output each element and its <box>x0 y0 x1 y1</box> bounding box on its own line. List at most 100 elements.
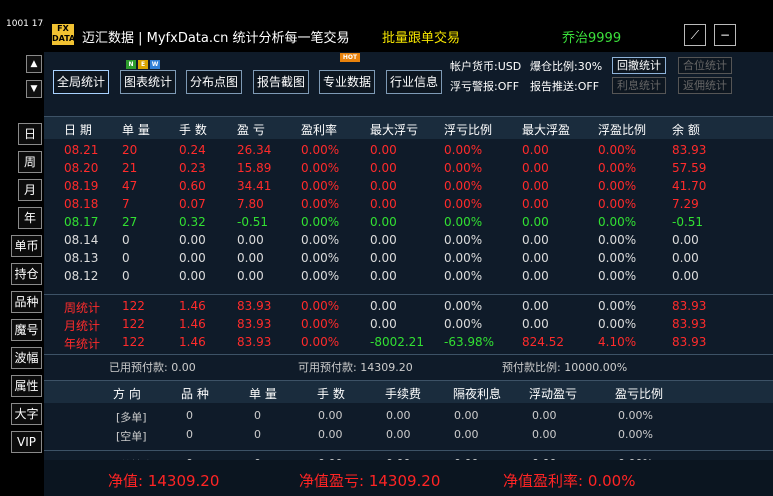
badge-new-e: E <box>138 60 148 69</box>
retracement-stats-button[interactable]: 回撤统计 <box>612 57 666 74</box>
cell-float-profit-ratio: 0.00% <box>598 269 637 283</box>
cell-date: 年统计 <box>64 337 101 351</box>
cell-balance: 0.00 <box>672 233 699 247</box>
cell-orders: 20 <box>122 143 138 157</box>
side-button-week[interactable]: 周 <box>18 151 42 173</box>
cell-balance: 83.93 <box>672 143 707 157</box>
stats-table-header: 日 期 单 量 手 数 盈 亏 盈利率 最大浮亏 浮亏比例 最大浮盈 浮盈比例 … <box>44 116 773 139</box>
cell-float-profit-ratio: 0.00% <box>598 197 637 211</box>
cell-float-loss-ratio: 0.00% <box>444 179 483 193</box>
daily-stats-row[interactable]: 08.13 0 0.00 0.00 0.00% 0.00 0.00% 0.00 0.00% 0.0… <box>44 250 773 268</box>
cell-max-float-loss: 0.00 <box>370 299 397 313</box>
side-button-volatility[interactable]: 波幅 <box>11 347 42 369</box>
minimize-icon[interactable]: − <box>714 24 736 46</box>
side-button-large-font[interactable]: 大字 <box>11 403 42 425</box>
cell-pnl: 83.93 <box>237 317 272 331</box>
user-name: 乔治9999 <box>562 31 622 46</box>
cell-max-float-profit: 0.00 <box>522 299 549 313</box>
chart-stats-button[interactable]: 图表统计 <box>120 70 176 94</box>
cell-float-loss-ratio: 0.00% <box>444 251 483 265</box>
cell-date: 08.18 <box>64 197 99 211</box>
funds-line: 已用预付款: 0.00 可用预付款: 14309.20 预付款比例: 10000… <box>44 359 773 375</box>
cell-max-float-loss: 0.00 <box>370 143 397 157</box>
side-button-month[interactable]: 月 <box>18 179 42 201</box>
cell-pnl: 83.93 <box>237 299 272 313</box>
position-row[interactable]: [空单] 0 0 0.00 0.00 0.00 0.00 0.00% <box>44 427 773 445</box>
cell-commission: 0.00 <box>386 409 411 422</box>
fxdata-logo: FX DATA <box>52 24 76 45</box>
cell-float-loss-ratio: 0.00% <box>444 269 483 283</box>
side-button-symbols[interactable]: 品种 <box>11 291 42 313</box>
position-row[interactable]: [多单] 0 0 0.00 0.00 0.00 0.00 0.00% <box>44 408 773 426</box>
cell-date: 周统计 <box>64 301 101 315</box>
cell-orders: 122 <box>122 335 145 349</box>
scroll-up-arrow-icon[interactable]: ▲ <box>26 55 42 73</box>
daily-stats-row[interactable]: 08.12 0 0.00 0.00 0.00% 0.00 0.00% 0.00 0.00% 0.0… <box>44 268 773 286</box>
daily-stats-row[interactable]: 08.17 27 0.32 -0.51 0.00% 0.00 0.00% 0.00 0.00% -… <box>44 214 773 232</box>
col-profit-rate: 盈利率 <box>301 123 338 137</box>
cell-orders: 0 <box>122 269 130 283</box>
cell-float-loss-ratio: 0.00% <box>444 317 483 331</box>
table-divider <box>44 294 773 295</box>
cell-balance: 7.29 <box>672 197 699 211</box>
scroll-down-arrow-icon[interactable]: ▼ <box>26 80 42 98</box>
cell-orders: 21 <box>122 161 138 175</box>
rebate-stats-button[interactable]: 返佣统计 <box>678 77 732 94</box>
cell-float-loss-ratio: 0.00% <box>444 215 483 229</box>
cell-orders: 47 <box>122 179 138 193</box>
cell-profit-rate: 0.00% <box>301 251 340 265</box>
distribution-chart-button[interactable]: 分布点图 <box>186 70 242 94</box>
side-button-attributes[interactable]: 属性 <box>11 375 42 397</box>
side-button-magic[interactable]: 魔号 <box>11 319 42 341</box>
pos-col-float-pnl: 浮动盈亏 <box>529 387 578 401</box>
collapse-icon[interactable]: ⟋ <box>684 24 706 46</box>
pro-data-button[interactable]: 专业数据 <box>319 70 375 94</box>
cell-swap: 0.00 <box>454 428 479 441</box>
cell-max-float-profit: 0.00 <box>522 161 549 175</box>
cell-profit-rate: 0.00% <box>301 269 340 283</box>
cell-pnl: 0.00 <box>237 233 264 247</box>
badge-new-n: N <box>126 60 136 69</box>
pos-col-direction: 方 向 <box>113 387 141 401</box>
col-max-float-loss: 最大浮亏 <box>370 123 419 137</box>
cell-date: 08.21 <box>64 143 99 157</box>
side-button-vip[interactable]: VIP <box>11 431 42 453</box>
summary-stats-row[interactable]: 年统计 122 1.46 83.93 0.00% -8002.21 -63.98% 824.5… <box>44 334 773 352</box>
side-button-year[interactable]: 年 <box>18 207 42 229</box>
daily-stats-row[interactable]: 08.21 20 0.24 26.34 0.00% 0.00 0.00% 0.00 0.00% 8… <box>44 142 773 160</box>
cell-lots: 1.46 <box>179 299 206 313</box>
cell-lots: 1.46 <box>179 335 206 349</box>
interest-stats-button[interactable]: 利息统计 <box>612 77 666 94</box>
industry-info-button[interactable]: 行业信息 <box>386 70 442 94</box>
cell-float-profit-ratio: 0.00% <box>598 251 637 265</box>
side-button-day[interactable]: 日 <box>18 123 42 145</box>
cell-max-float-profit: 0.00 <box>522 179 549 193</box>
net-value: 净值: 14309.20 <box>108 472 220 490</box>
summary-stats-row[interactable]: 周统计 122 1.46 83.93 0.00% 0.00 0.00% 0.00 0.00% 83… <box>44 298 773 316</box>
col-balance: 余 额 <box>672 123 700 137</box>
cell-float-profit-ratio: 0.00% <box>598 233 637 247</box>
summary-stats-row[interactable]: 月统计 122 1.46 83.93 0.00% 0.00 0.00% 0.00 0.00% 83… <box>44 316 773 334</box>
cell-max-float-loss: 0.00 <box>370 317 397 331</box>
daily-stats-row[interactable]: 08.18 7 0.07 7.80 0.00% 0.00 0.00% 0.00 0.00% 7.2… <box>44 196 773 214</box>
cell-float-profit-ratio: 0.00% <box>598 179 637 193</box>
cell-max-float-profit: 824.52 <box>522 335 564 349</box>
cell-max-float-profit: 0.00 <box>522 215 549 229</box>
cell-float-profit-ratio: 4.10% <box>598 335 637 349</box>
cell-float-profit-ratio: 0.00% <box>598 161 637 175</box>
daily-stats-row[interactable]: 08.14 0 0.00 0.00 0.00% 0.00 0.00% 0.00 0.00% 0.0… <box>44 232 773 250</box>
global-stats-button[interactable]: 全局统计 <box>53 70 109 94</box>
brand-title: 迈汇数据 | MyfxData.cn 统计分析每一笔交易 <box>82 31 350 46</box>
cell-balance: 0.00 <box>672 251 699 265</box>
report-screenshot-button[interactable]: 报告截图 <box>253 70 309 94</box>
summary-footer: 净值: 14309.20 净值盈亏: 14309.20 净值盈利率: 0.00% <box>44 460 773 496</box>
daily-stats-row[interactable]: 08.19 47 0.60 34.41 0.00% 0.00 0.00% 0.00 0.00% 4… <box>44 178 773 196</box>
cell-orders: 7 <box>122 197 130 211</box>
position-stats-button[interactable]: 合位统计 <box>678 57 732 74</box>
cell-float-loss-ratio: 0.00% <box>444 161 483 175</box>
daily-stats-row[interactable]: 08.20 21 0.23 15.89 0.00% 0.00 0.00% 0.00 0.00% 5… <box>44 160 773 178</box>
side-button-positions[interactable]: 持仓 <box>11 263 42 285</box>
cell-float-loss-ratio: 0.00% <box>444 233 483 247</box>
cell-max-float-profit: 0.00 <box>522 269 549 283</box>
side-button-single-currency[interactable]: 单币 <box>11 235 42 257</box>
